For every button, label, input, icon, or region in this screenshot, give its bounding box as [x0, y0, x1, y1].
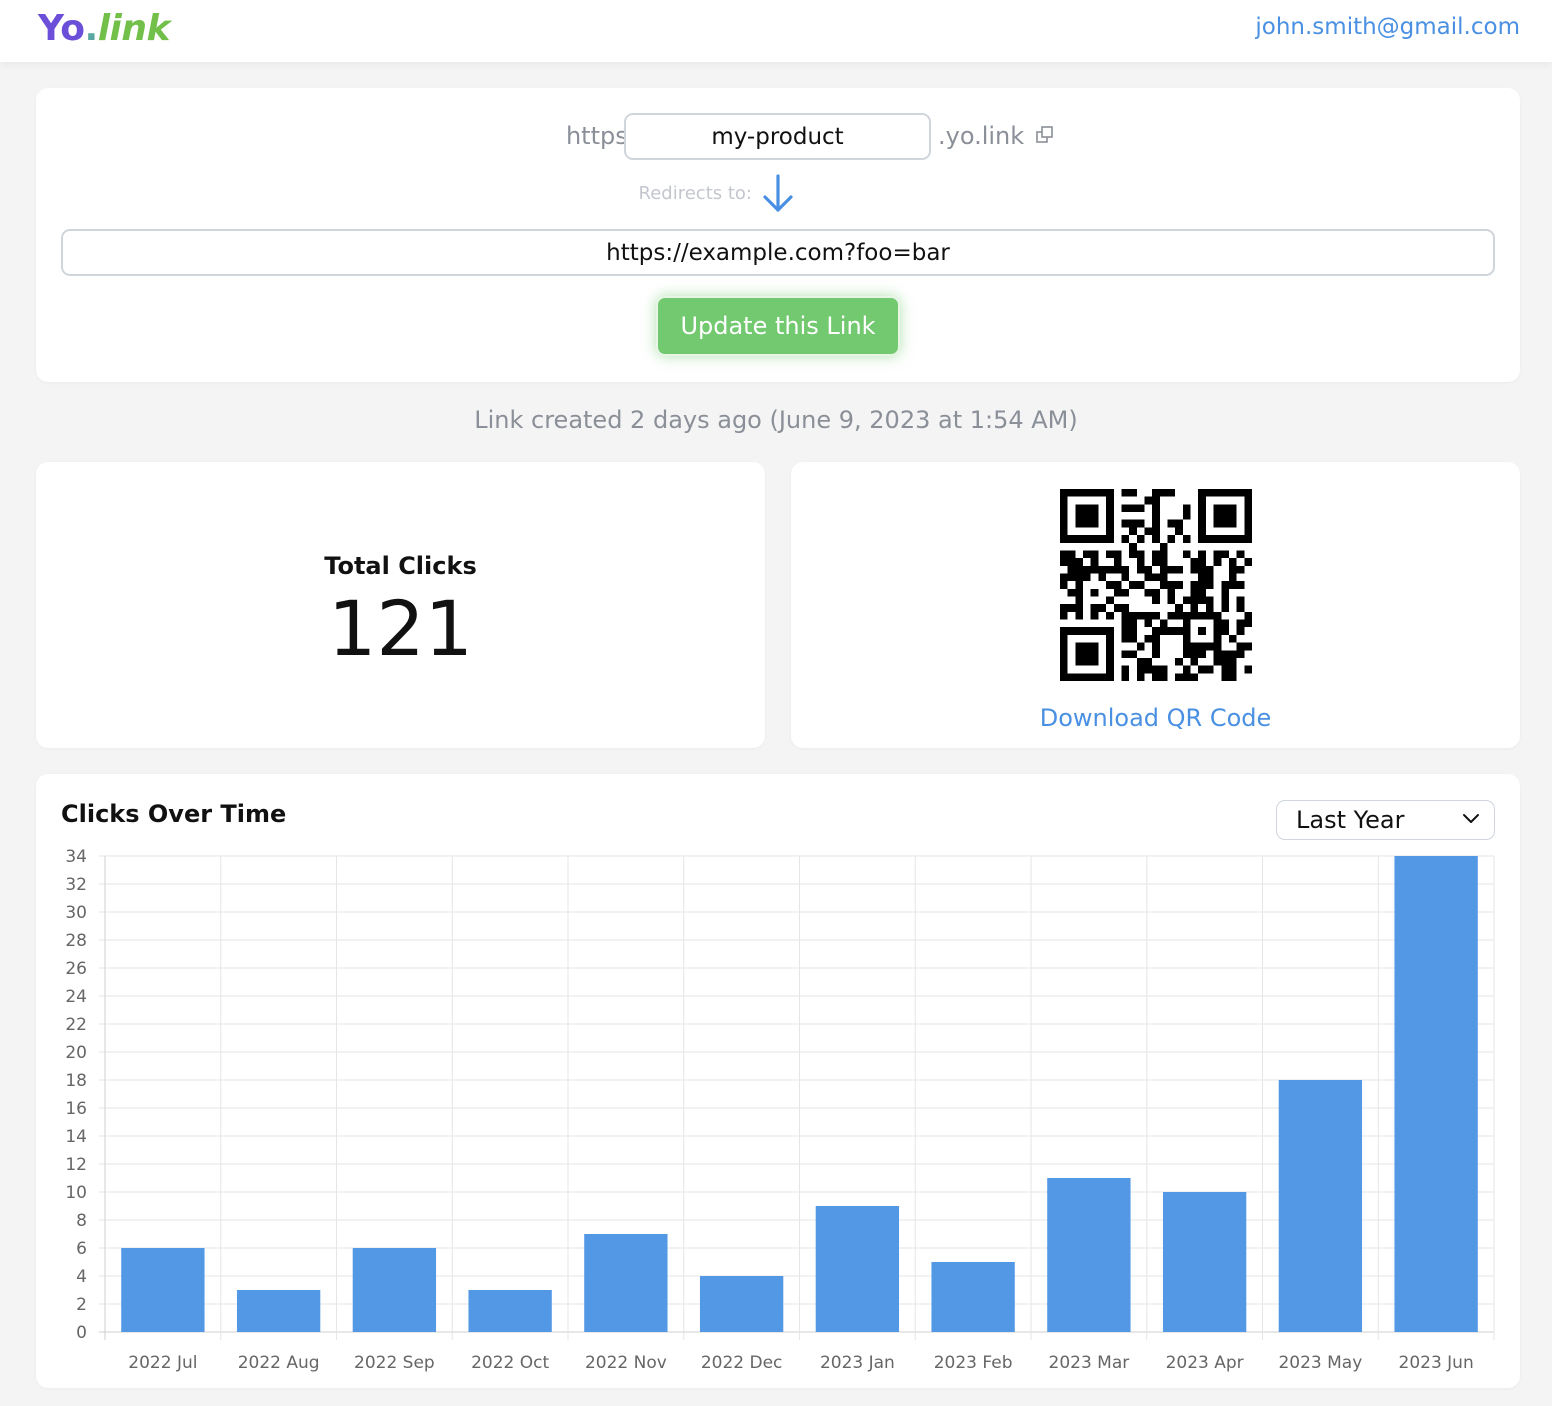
y-tick-label: 12: [65, 1155, 87, 1175]
y-tick-label: 14: [65, 1127, 87, 1147]
x-tick-label: 2022 Nov: [585, 1353, 667, 1373]
link-editor-card: https:// .yo.link Redirects to: Update t…: [36, 88, 1520, 382]
bar[interactable]: [121, 1248, 205, 1332]
logo-dot: .: [84, 8, 99, 49]
copy-icon[interactable]: [1034, 124, 1056, 146]
y-tick-label: 2: [76, 1295, 87, 1315]
bar[interactable]: [699, 1276, 784, 1332]
x-tick-label: 2022 Oct: [471, 1353, 549, 1373]
y-tick-label: 26: [65, 959, 87, 979]
y-tick-label: 24: [65, 987, 87, 1007]
y-tick-label: 22: [65, 1015, 87, 1035]
bar[interactable]: [815, 1206, 900, 1332]
bar[interactable]: [1394, 856, 1478, 1332]
qr-code-image: [1060, 489, 1252, 681]
bar[interactable]: [352, 1248, 437, 1332]
total-clicks-label: Total Clicks: [324, 552, 477, 580]
logo-link: link: [97, 8, 171, 49]
clicks-bar-chart: 02468101214161820222426283032342022 Jul 2…: [65, 847, 1495, 1373]
x-tick-label: 2023 Feb: [934, 1353, 1013, 1373]
y-tick-label: 8: [76, 1211, 87, 1231]
bar[interactable]: [584, 1234, 668, 1332]
top-bar: Yo.link john.smith@gmail.com: [0, 0, 1552, 62]
y-tick-label: 6: [76, 1239, 87, 1259]
clicks-over-time-card: Clicks Over Time Last Year 0 2 4 6 8 10 12 14 16…: [36, 774, 1520, 1388]
total-clicks-card: Total Clicks 121: [36, 462, 765, 748]
redirect-label: Redirects to:: [638, 183, 752, 204]
url-suffix: .yo.link: [938, 122, 1025, 150]
y-tick-label: 32: [65, 875, 87, 895]
y-tick-label: 28: [65, 931, 87, 951]
download-qr-code-link[interactable]: Download QR Code: [791, 704, 1520, 732]
x-tick-label: 2023 Jun: [1399, 1353, 1474, 1373]
y-tick-label: 30: [65, 903, 87, 923]
x-tick-label: 2022 Aug: [238, 1353, 320, 1373]
arrow-down-icon: [763, 174, 793, 212]
qr-code-card: Download QR Code: [791, 462, 1520, 748]
y-tick-label: 20: [65, 1043, 87, 1063]
bar[interactable]: [931, 1262, 1015, 1332]
y-tick-label: 18: [65, 1071, 87, 1091]
slug-input[interactable]: [624, 113, 931, 160]
bar[interactable]: [1162, 1192, 1247, 1332]
link-created-text: Link created 2 days ago (June 9, 2023 at…: [474, 406, 1078, 434]
x-tick-label: 2022 Dec: [701, 1353, 783, 1373]
bar[interactable]: [236, 1290, 321, 1332]
logo-yo: Yo: [38, 8, 85, 49]
y-tick-label: 4: [76, 1267, 87, 1287]
total-clicks-value: 121: [327, 584, 474, 673]
y-tick-label: 34: [65, 847, 87, 867]
bar[interactable]: [468, 1290, 552, 1332]
x-tick-label: 2023 Jan: [820, 1353, 895, 1373]
x-tick-label: 2022 Sep: [354, 1353, 435, 1373]
update-link-button[interactable]: Update this Link: [656, 296, 900, 356]
y-tick-label: 16: [65, 1099, 87, 1119]
bar[interactable]: [1047, 1178, 1131, 1332]
x-tick-label: 2023 Apr: [1166, 1353, 1244, 1373]
y-tick-label: 0: [76, 1323, 87, 1343]
destination-url-input[interactable]: [61, 229, 1495, 276]
x-tick-label: 2023 Mar: [1049, 1353, 1130, 1373]
bar[interactable]: [1278, 1080, 1363, 1332]
yo-link-logo[interactable]: Yo.link: [38, 8, 170, 49]
user-email-link[interactable]: john.smith@gmail.com: [1255, 14, 1520, 40]
x-tick-label: 2022 Jul: [128, 1353, 197, 1373]
x-tick-label: 2023 May: [1278, 1353, 1362, 1373]
y-tick-label: 10: [65, 1183, 87, 1203]
